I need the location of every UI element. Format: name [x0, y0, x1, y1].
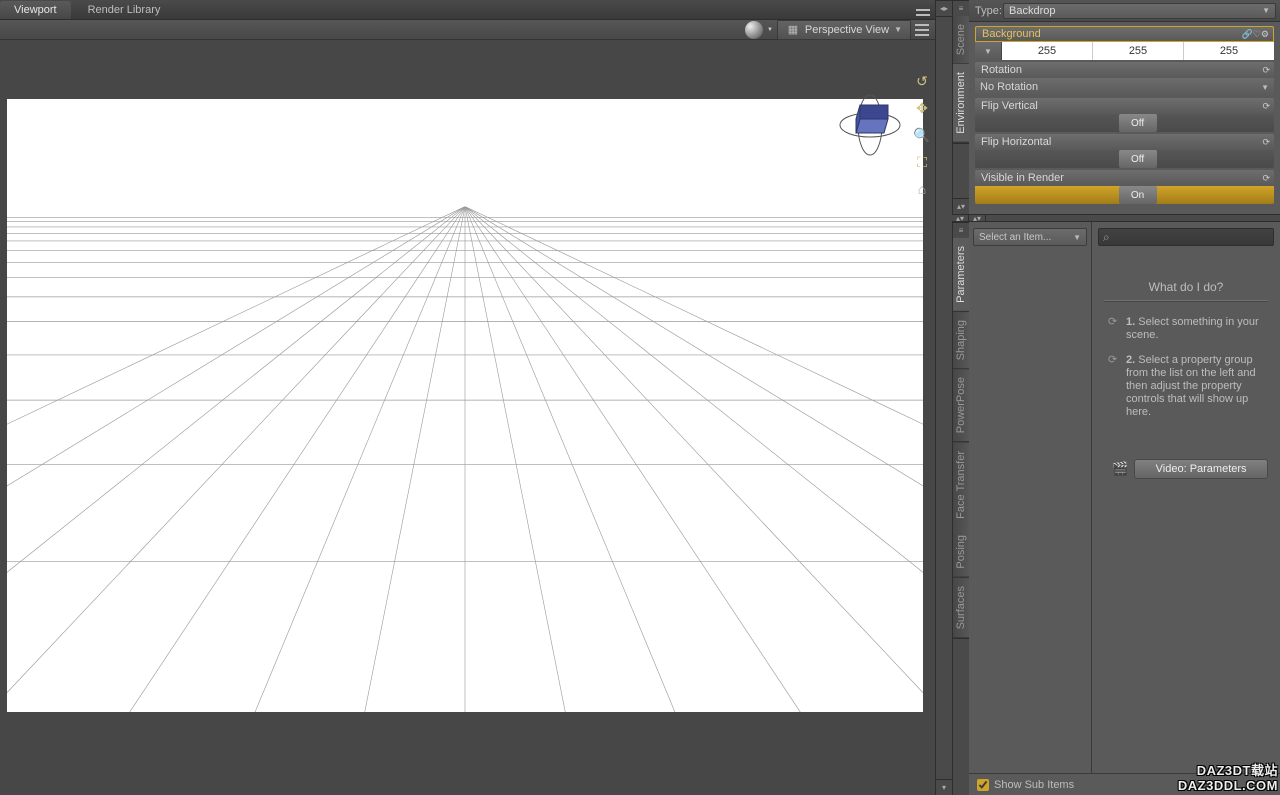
tab-environment[interactable]: Environment: [953, 64, 969, 143]
reset-icon[interactable]: ⟳: [1262, 137, 1270, 148]
tab-face-transfer[interactable]: Face Transfer: [953, 443, 969, 528]
chevron-down-icon: ▼: [1261, 83, 1269, 92]
home-icon[interactable]: ⌂: [911, 178, 933, 200]
watermark: DAZ3DT载站 DAZ3DDL.COM: [1178, 763, 1278, 793]
search-icon: ⌕: [1103, 230, 1110, 245]
property-icons[interactable]: 🔗♡⚙: [1242, 29, 1269, 40]
zoom-icon[interactable]: 🔍: [911, 124, 933, 146]
panel-menu-icon[interactable]: ≡: [953, 222, 969, 238]
flip-vertical-toggle[interactable]: Off: [975, 114, 1274, 132]
parameter-main: ⌕ What do I do? 1. Select something in y…: [1092, 222, 1280, 773]
right-tab-strip-upper-left: ◂▸ ▾: [935, 0, 952, 795]
property-label: Rotation: [981, 64, 1022, 76]
collapse-icon[interactable]: ▴▾: [952, 215, 969, 221]
type-row: Type: Backdrop ▼: [969, 0, 1280, 22]
viewport-tab-render-library[interactable]: Render Library: [74, 1, 175, 19]
viewport-header: ▼ Perspective View ▼: [0, 20, 935, 40]
type-selector[interactable]: Backdrop ▼: [1003, 3, 1276, 19]
visible-toggle[interactable]: On: [975, 186, 1274, 204]
chevron-down-icon[interactable]: ▼: [767, 27, 773, 33]
help-step-1: 1. Select something in your scene.: [1126, 316, 1268, 342]
item-selector-label: Select an Item...: [979, 232, 1051, 243]
perspective-icon: [786, 23, 800, 37]
chevron-down-icon: ▼: [1262, 6, 1270, 15]
orbit-icon[interactable]: ↺: [911, 70, 933, 92]
flip-horizontal-toggle[interactable]: Off: [975, 150, 1274, 168]
help-step-2: 2. Select a property group from the list…: [1126, 354, 1268, 419]
property-background-header[interactable]: Background 🔗♡⚙: [975, 26, 1274, 42]
type-value: Backdrop: [1009, 5, 1055, 17]
tab-parameters[interactable]: Parameters: [953, 238, 969, 312]
parameter-tree: Select an Item... ▼: [969, 222, 1092, 773]
property-flip-horizontal-header[interactable]: Flip Horizontal ⟳: [975, 134, 1274, 150]
property-flip-vertical-header[interactable]: Flip Vertical ⟳: [975, 98, 1274, 114]
view-cube[interactable]: [835, 90, 905, 160]
move-icon[interactable]: ✥: [911, 97, 933, 119]
collapse-icon[interactable]: ▴▾: [969, 215, 986, 221]
help-box: What do I do? 1. Select something in you…: [1092, 250, 1280, 491]
toggle-knob: Off: [1119, 150, 1157, 168]
viewport-options-icon[interactable]: [915, 23, 929, 37]
rotation-selector[interactable]: No Rotation ▼: [975, 78, 1274, 96]
viewport-tabs: Viewport Render Library: [0, 0, 935, 19]
viewport-tools: ↺ ✥ 🔍 ⛶ ⌂: [911, 70, 933, 200]
frame-icon[interactable]: ⛶: [911, 151, 933, 173]
tab-surfaces[interactable]: Surfaces: [953, 578, 969, 638]
property-label: Background: [982, 28, 1041, 40]
panel-menu-icon[interactable]: ≡: [953, 0, 969, 16]
collapse-icon[interactable]: ▴▾: [953, 198, 969, 214]
collapse-icon[interactable]: ◂▸: [936, 0, 952, 16]
help-title: What do I do?: [1104, 280, 1268, 294]
tab-shaping[interactable]: Shaping: [953, 312, 969, 369]
video-parameters-button[interactable]: Video: Parameters: [1134, 459, 1268, 479]
parameter-search[interactable]: ⌕: [1098, 228, 1274, 246]
clapperboard-icon: 🎬: [1112, 461, 1128, 477]
viewport-canvas[interactable]: ↺ ✥ 🔍 ⛶ ⌂: [0, 40, 935, 795]
chevron-down-icon: ▼: [894, 25, 902, 34]
render-area: [7, 99, 923, 712]
shading-mode-icon[interactable]: [745, 21, 763, 39]
reset-icon[interactable]: ⟳: [1262, 101, 1270, 112]
property-list: Background 🔗♡⚙ ▼ 255 255 255 Rotation ⟳: [969, 22, 1280, 214]
tab-powerpose[interactable]: PowerPose: [953, 369, 969, 442]
show-sub-items-label: Show Sub Items: [994, 779, 1074, 791]
toggle-knob: Off: [1119, 114, 1157, 132]
property-rotation-header[interactable]: Rotation ⟳: [975, 62, 1274, 78]
tab-posing[interactable]: Posing: [953, 527, 969, 578]
property-label: Flip Horizontal: [981, 136, 1051, 148]
rotation-value: No Rotation: [980, 81, 1038, 93]
item-selector[interactable]: Select an Item... ▼: [973, 228, 1087, 246]
tab-scene[interactable]: Scene: [953, 16, 969, 64]
view-selector-label: Perspective View: [805, 24, 889, 36]
color-g[interactable]: 255: [1093, 42, 1184, 60]
color-dropdown-icon[interactable]: ▼: [975, 42, 1002, 60]
property-label: Flip Vertical: [981, 100, 1038, 112]
viewport-tab-viewport[interactable]: Viewport: [0, 1, 71, 19]
property-visible-header[interactable]: Visible in Render ⟳: [975, 170, 1274, 186]
type-label: Type:: [975, 5, 1003, 17]
show-sub-items-checkbox[interactable]: [977, 779, 989, 791]
color-r[interactable]: 255: [1002, 42, 1093, 60]
reset-icon[interactable]: ⟳: [1262, 173, 1270, 184]
toggle-knob: On: [1119, 186, 1157, 204]
view-selector[interactable]: Perspective View ▼: [777, 20, 911, 40]
property-label: Visible in Render: [981, 172, 1064, 184]
color-b[interactable]: 255: [1184, 42, 1274, 60]
collapse-icon[interactable]: ▾: [936, 779, 952, 795]
reset-icon[interactable]: ⟳: [1262, 65, 1270, 76]
chevron-down-icon: ▼: [1073, 233, 1081, 242]
